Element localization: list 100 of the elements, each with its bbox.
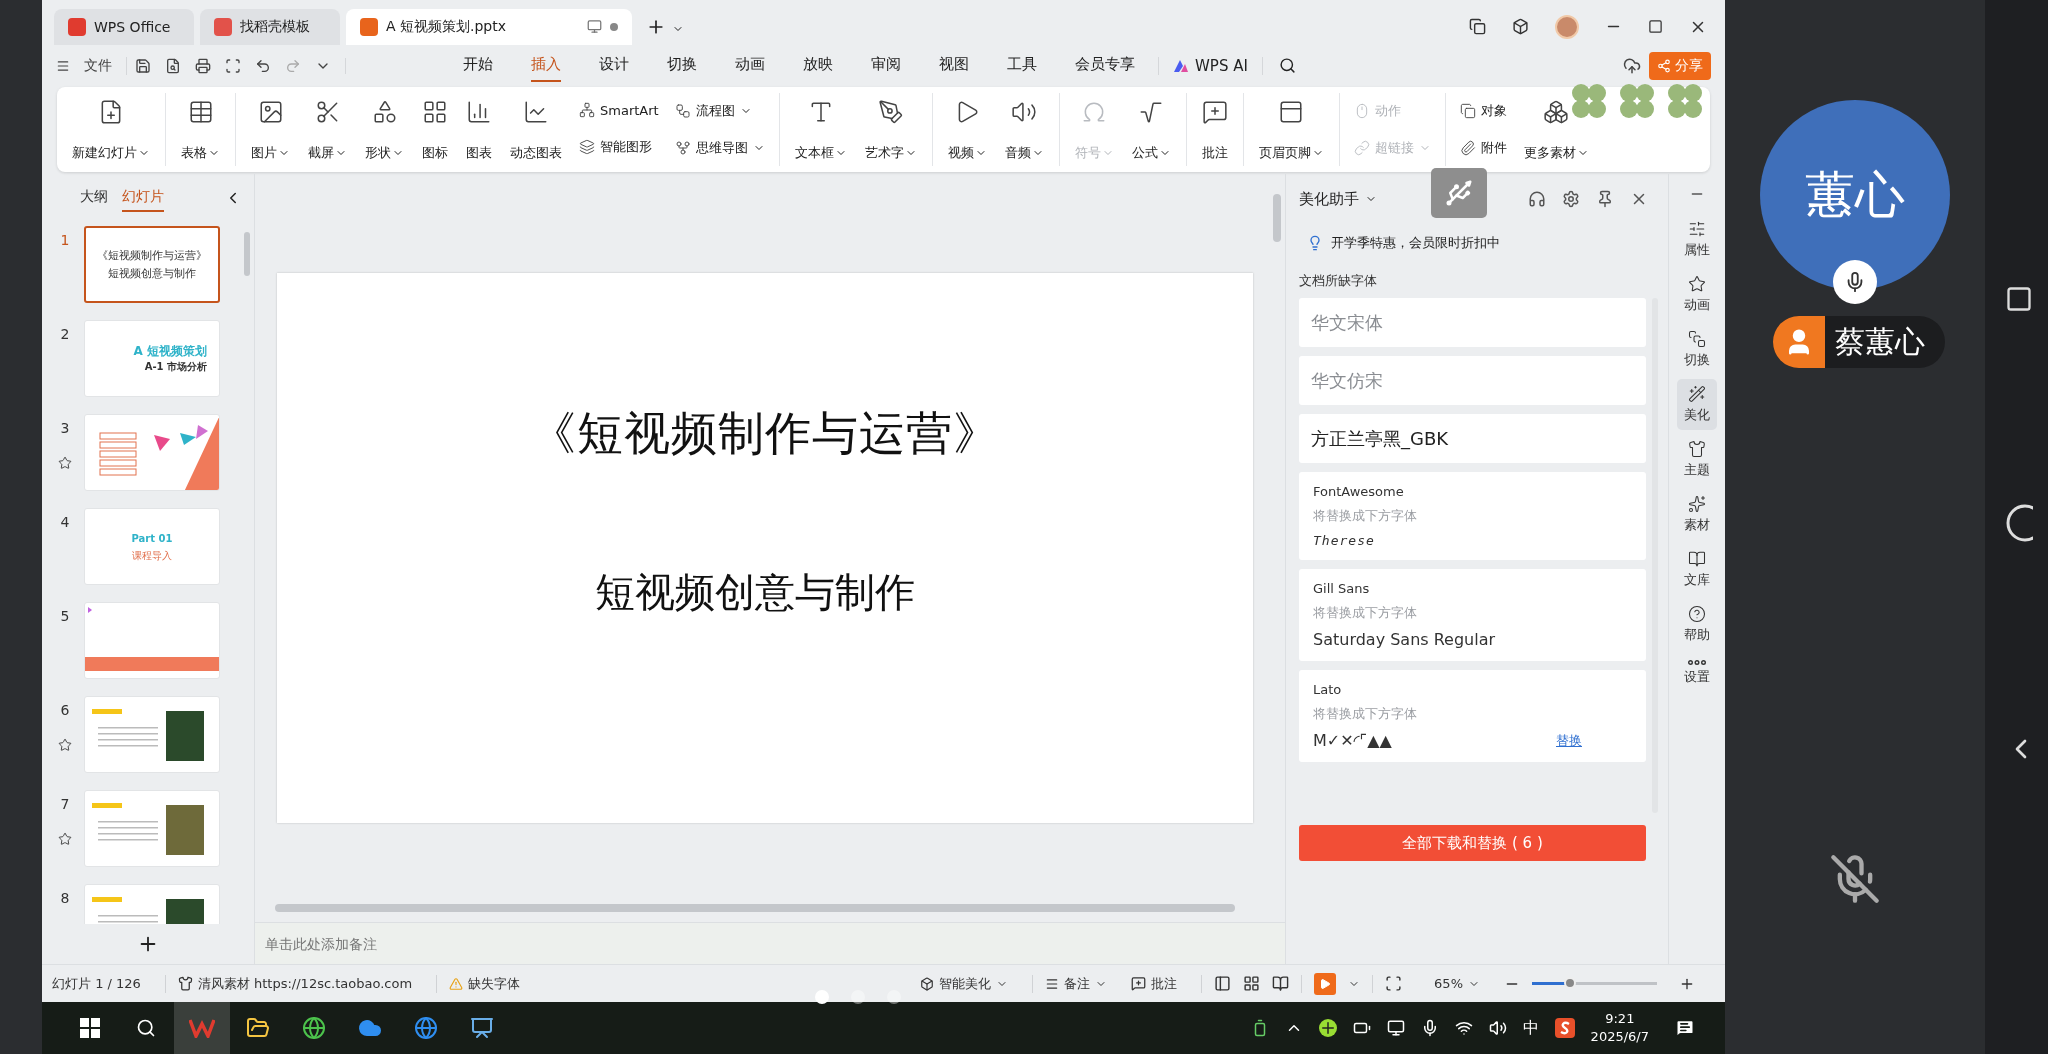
sorter-view-icon[interactable] [1243,975,1261,993]
ribbon-button[interactable]: 批注 [1194,92,1235,167]
scrollbar-thumb[interactable] [1273,194,1281,243]
page-dot[interactable] [851,990,865,1004]
font-card[interactable]: Lato 将替换成下方字体 M✓✕◜⌜▲▲ 替换 [1299,670,1646,763]
ribbon-button[interactable]: 视频 [940,92,994,167]
window-tab[interactable]: A 短视频策划.pptx [346,8,632,45]
source-link[interactable]: 清风素材 https://12sc.taobao.com [177,974,425,993]
comments-button[interactable]: 批注 [1131,974,1190,993]
ribbon-button[interactable]: 截屏 [301,92,354,167]
mic-muted-icon[interactable] [1829,853,1881,905]
ribbon-button[interactable]: 流程图 [674,101,765,120]
input-method-icon[interactable] [1554,1018,1575,1038]
undo-icon[interactable] [255,57,271,74]
volume-icon[interactable] [1488,1019,1507,1037]
sidebar-item[interactable]: 文库 [1677,544,1717,596]
slide-thumbnail[interactable] [84,414,220,492]
replace-link[interactable]: 替换 [1556,731,1582,750]
normal-view-icon[interactable] [1214,975,1232,993]
ribbon-tab[interactable]: 放映 [803,49,833,83]
ribbon-button[interactable]: 新建幻灯片 [65,92,157,167]
ribbon-button[interactable]: 图片 [244,92,297,167]
ribbon-button[interactable]: 形状 [358,92,411,167]
cloud-upload-icon[interactable] [1623,56,1641,75]
fit-icon[interactable] [1385,975,1403,993]
slide-thumbnail[interactable] [84,790,220,868]
page-dot[interactable] [887,990,901,1004]
slide-thumbnail[interactable] [84,696,220,774]
clock[interactable]: 9:21 2025/6/7 [1590,1009,1649,1047]
slide-thumbnail[interactable] [84,602,220,680]
ribbon-tab[interactable]: 动画 [735,49,765,83]
sidebar-item[interactable]: 主题 [1677,434,1717,486]
panel-tab[interactable]: 幻灯片 [122,184,164,213]
ribbon-tab[interactable]: 切换 [667,49,697,83]
slide-thumbnail[interactable]: A 短视频策划 A-1 市场分析 [84,320,220,398]
monitor-icon[interactable] [1386,1019,1405,1037]
ime-indicator[interactable]: 中 [1522,1017,1539,1039]
ribbon-button[interactable]: 动态图表 [503,92,569,167]
ribbon-button[interactable]: SmartArt [579,102,659,119]
slide-thumbnail[interactable]: 《短视频制作与运营》 短视频创意与制作 [84,226,220,304]
smart-beautify-button[interactable]: 智能美化 [920,974,1021,993]
ribbon-tab[interactable]: 插入 [531,49,561,83]
print-icon[interactable] [195,57,211,74]
search-icon[interactable] [1278,57,1296,75]
sidebar-item[interactable]: 切换 [1677,324,1717,376]
sidebar-item[interactable]: 帮助 [1677,599,1717,651]
ribbon-tab[interactable]: 视图 [939,49,969,83]
download-replace-button[interactable]: 全部下载和替换 ( 6 ) [1299,825,1646,862]
ribbon-button[interactable]: 图标 [415,92,455,167]
plus-icon[interactable] [1318,1019,1337,1037]
ribbon-button[interactable]: 文本框 [787,92,854,167]
window-tab[interactable]: 找稻壳模板 [200,8,340,45]
panel-title[interactable]: 美化助手 [1299,189,1359,209]
file-search-icon[interactable] [165,57,181,74]
save-icon[interactable] [135,57,151,74]
cube-icon[interactable] [1512,18,1529,36]
sidebar-item[interactable]: 素材 [1677,489,1717,541]
font-card[interactable]: Gill Sans 将替换成下方字体 Saturday Sans Regular [1299,569,1646,662]
ribbon-button[interactable]: 表格 [174,92,227,167]
reading-view-icon[interactable] [1272,975,1290,993]
file-menu[interactable]: 文件 [84,56,112,75]
zoom-level[interactable]: 65% [1434,976,1492,992]
notes-button[interactable]: 备注 [1045,974,1120,993]
ribbon-button[interactable]: 艺术字 [857,92,924,167]
sidebar-item[interactable]: 动画 [1677,269,1717,321]
ribbon-button[interactable]: 公式 [1124,92,1178,167]
sidebar-item[interactable]: 属性 [1677,214,1717,266]
ribbon-button[interactable]: 智能图形 [579,138,659,157]
ribbon-tab[interactable]: 工具 [1007,49,1037,83]
scrollbar-thumb[interactable] [244,232,250,277]
ribbon-button[interactable]: 页眉页脚 [1251,92,1331,167]
slide-canvas[interactable]: 《短视频制作与运营》 短视频创意与制作 [277,273,1253,824]
ribbon-button[interactable]: 附件 [1459,138,1507,157]
notification-icon[interactable] [1675,1018,1695,1038]
headset-icon[interactable] [1528,190,1546,209]
pin-icon[interactable] [1596,190,1614,209]
sidebar-item[interactable]: 美化 [1677,379,1717,431]
sidebar-item[interactable]: 设置 [1677,654,1717,693]
ribbon-button[interactable]: 图表 [459,92,499,167]
font-card[interactable]: FontAwesome 将替换成下方字体 Therese [1299,472,1646,561]
preview-icon[interactable] [225,57,241,74]
ribbon-tab[interactable]: 开始 [463,49,493,83]
play-button[interactable] [1314,972,1337,995]
square-icon[interactable] [2005,285,2033,313]
window-tab[interactable]: WPS Office [54,8,194,45]
font-card[interactable]: 方正兰亭黑_GBK [1299,414,1646,464]
settings-icon[interactable] [1562,190,1580,209]
ribbon-tab[interactable]: 审阅 [871,49,901,83]
copy-icon[interactable] [1469,18,1486,36]
ribbon-button[interactable]: 更多素材 [1516,92,1596,167]
ribbon-tab[interactable]: 设计 [599,49,629,83]
ribbon-button[interactable]: 对象 [1459,101,1507,120]
scrollbar-thumb[interactable] [275,904,1235,913]
wifi-icon[interactable] [1454,1019,1473,1037]
missing-fonts-button[interactable]: 缺失字体 [449,974,533,993]
ribbon-button[interactable]: 思维导图 [674,138,765,157]
ribbon-tab[interactable]: 会员专享 [1075,49,1135,83]
ai-button[interactable]: WPS AI [1158,56,1263,75]
ribbon-button[interactable]: 音频 [997,92,1051,167]
promo-text[interactable]: 开学季特惠，会员限时折扣中 [1331,234,1500,253]
